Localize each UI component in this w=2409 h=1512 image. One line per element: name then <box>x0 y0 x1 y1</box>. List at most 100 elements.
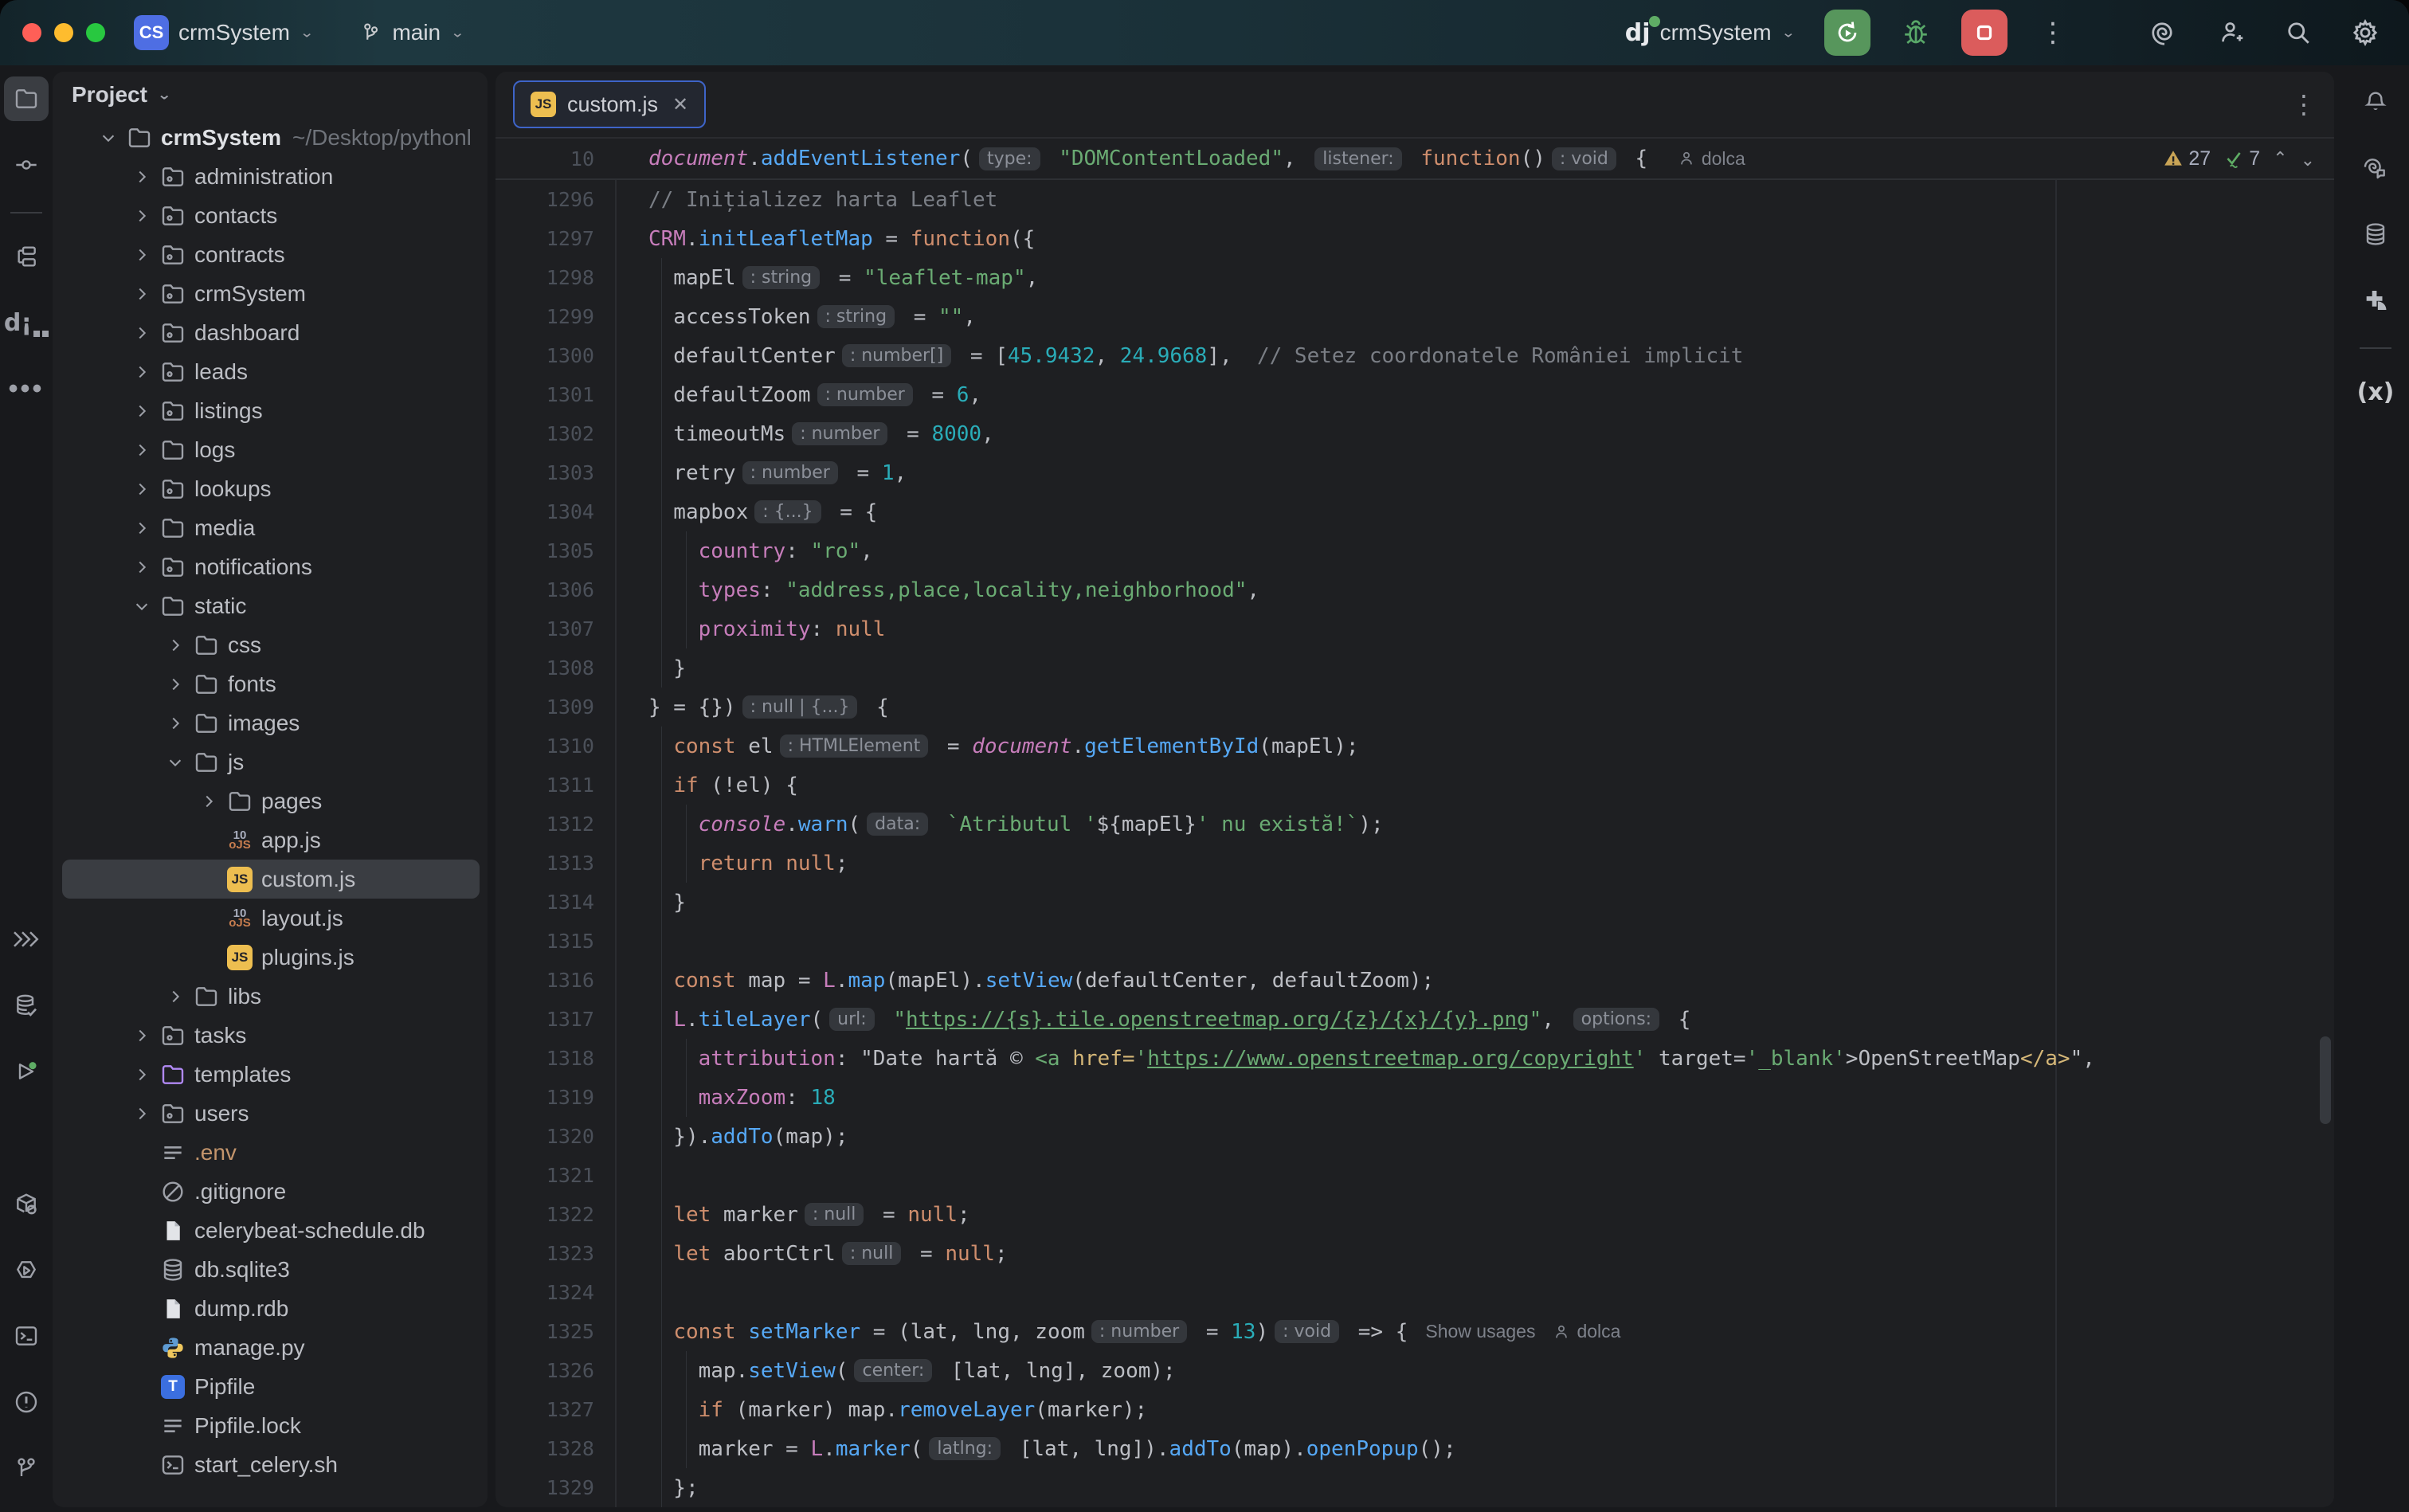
chevron-right-icon[interactable] <box>127 207 156 225</box>
ai-assistant-icon[interactable] <box>2353 146 2398 190</box>
code-line-1297[interactable]: 1297CRM.initLeafletMap = function({ <box>496 219 2334 258</box>
code-line-1315[interactable]: 1315 <box>496 922 2334 961</box>
python-packages-icon[interactable] <box>4 1181 49 1226</box>
chevron-right-icon[interactable] <box>127 1105 156 1122</box>
code-line-1322[interactable]: 1322 let marker: null = null; <box>496 1195 2334 1234</box>
code-line-1314[interactable]: 1314 } <box>496 883 2334 922</box>
close-window-button[interactable] <box>22 23 41 42</box>
chevron-down-icon[interactable] <box>127 597 156 615</box>
chevron-right-icon[interactable] <box>127 1066 156 1083</box>
chevron-right-icon[interactable] <box>161 988 190 1005</box>
tree-item-start-celery-sh[interactable]: start_celery.sh <box>53 1445 488 1484</box>
code-viewport[interactable]: 1296// Inițializez harta Leaflet1297CRM.… <box>496 180 2334 1507</box>
notifications-bell-icon[interactable] <box>2353 80 2398 124</box>
chevron-down-icon[interactable] <box>161 754 190 771</box>
tree-item-plugins-js[interactable]: JSplugins.js <box>53 938 488 977</box>
code-line-1325[interactable]: 1325 const setMarker = (lat, lng, zoom: … <box>496 1312 2334 1351</box>
tree-item-pipfile[interactable]: TPipfile <box>53 1367 488 1406</box>
chevron-right-icon[interactable] <box>127 168 156 186</box>
structure-icon[interactable] <box>4 234 49 279</box>
tree-item-administration[interactable]: administration <box>53 157 488 196</box>
code-line-1304[interactable]: 1304 mapbox: {...} = { <box>496 492 2334 531</box>
tree-item-layout-js[interactable]: 10oJSlayout.js <box>53 899 488 938</box>
tree-item-contacts[interactable]: contacts <box>53 196 488 235</box>
zoom-window-button[interactable] <box>86 23 105 42</box>
chevron-right-icon[interactable] <box>127 402 156 420</box>
code-line-1328[interactable]: 1328 marker = L.marker(latlng: [lat, lng… <box>496 1429 2334 1468</box>
chevron-right-icon[interactable] <box>127 1027 156 1044</box>
tree-item-contracts[interactable]: contracts <box>53 235 488 274</box>
tree-item-listings[interactable]: listings <box>53 391 488 430</box>
tree-item-crmsystem[interactable]: crmSystem <box>53 274 488 313</box>
code-line-1323[interactable]: 1323 let abortCtrl: null = null; <box>496 1234 2334 1273</box>
code-line-1311[interactable]: 1311 if (!el) { <box>496 766 2334 805</box>
problems-icon[interactable] <box>4 1380 49 1424</box>
plugin-icon[interactable] <box>2353 278 2398 323</box>
code-line-1312[interactable]: 1312 console.warn(data: `Atributul '${ma… <box>496 805 2334 844</box>
tree-item-celerybeat-schedule-db[interactable]: celerybeat-schedule.db <box>53 1211 488 1250</box>
tree-item-notifications[interactable]: notifications <box>53 547 488 586</box>
chevron-right-icon[interactable] <box>127 519 156 537</box>
code-line-1329[interactable]: 1329 }; <box>496 1468 2334 1507</box>
chevron-right-icon[interactable] <box>127 480 156 498</box>
minimize-window-button[interactable] <box>54 23 73 42</box>
code-line-1316[interactable]: 1316 const map = L.map(mapEl).setView(de… <box>496 961 2334 1000</box>
database-icon[interactable] <box>2353 212 2398 257</box>
ai-assistant-icon[interactable] <box>2143 11 2186 54</box>
code-vision-usages[interactable]: Show usages <box>1425 1321 1535 1342</box>
code-vision-author[interactable]: dolca <box>1678 148 1745 170</box>
tree-item-js[interactable]: js <box>53 742 488 781</box>
code-line-1327[interactable]: 1327 if (marker) map.removeLayer(marker)… <box>496 1390 2334 1429</box>
code-line-1296[interactable]: 1296// Inițializez harta Leaflet <box>496 180 2334 219</box>
tree-item-libs[interactable]: libs <box>53 977 488 1016</box>
code-line-1302[interactable]: 1302 timeoutMs: number = 8000, <box>496 414 2334 453</box>
code-line-1321[interactable]: 1321 <box>496 1156 2334 1195</box>
inspections-widget[interactable]: 27 7 ⌃ ⌃ <box>2163 147 2334 170</box>
terminal-icon[interactable] <box>4 1314 49 1358</box>
chevron-right-icon[interactable] <box>161 715 190 732</box>
chevron-right-icon[interactable] <box>127 246 156 264</box>
code-line-1324[interactable]: 1324 <box>496 1273 2334 1312</box>
code-line-1306[interactable]: 1306 types: "address,place,locality,neig… <box>496 570 2334 609</box>
tree-item-dashboard[interactable]: dashboard <box>53 313 488 352</box>
tree-item-logs[interactable]: logs <box>53 430 488 469</box>
code-line-1310[interactable]: 1310 const el: HTMLElement = document.ge… <box>496 727 2334 766</box>
more-tool-windows-icon[interactable] <box>4 917 49 962</box>
tree-item-css[interactable]: css <box>53 625 488 664</box>
tree-item-app-js[interactable]: 10oJSapp.js <box>53 821 488 860</box>
code-line-1319[interactable]: 1319 maxZoom: 18 <box>496 1078 2334 1117</box>
project-folder-icon[interactable] <box>4 76 49 121</box>
search-everywhere-icon[interactable] <box>2277 11 2320 54</box>
code-line-1305[interactable]: 1305 country: "ro", <box>496 531 2334 570</box>
tree-item-pages[interactable]: pages <box>53 781 488 821</box>
database-check-icon[interactable] <box>4 983 49 1028</box>
rerun-button[interactable] <box>1824 10 1870 56</box>
next-problem-icon[interactable]: ⌃ <box>2301 148 2315 169</box>
commit-icon[interactable] <box>4 143 49 187</box>
prev-problem-icon[interactable]: ⌃ <box>2273 148 2287 169</box>
code-line-1299[interactable]: 1299 accessToken: string = "", <box>496 297 2334 336</box>
tree-item-media[interactable]: media <box>53 508 488 547</box>
tab-custom-js[interactable]: JS custom.js ✕ <box>513 80 706 128</box>
tree-item-users[interactable]: users <box>53 1094 488 1133</box>
code-line-1320[interactable]: 1320 }).addTo(map); <box>496 1117 2334 1156</box>
chevron-right-icon[interactable] <box>127 324 156 342</box>
typos-count[interactable]: 7 <box>2223 147 2260 170</box>
code-line-1298[interactable]: 1298 mapEl: string = "leaflet-map", <box>496 258 2334 297</box>
chevron-right-icon[interactable] <box>127 363 156 381</box>
close-tab-icon[interactable]: ✕ <box>672 93 688 116</box>
more-actions-icon[interactable]: ⋮ <box>2031 11 2074 54</box>
chevron-right-icon[interactable] <box>127 441 156 459</box>
tree-item-static[interactable]: static <box>53 586 488 625</box>
chevron-down-icon[interactable] <box>94 129 123 147</box>
code-line-1313[interactable]: 1313 return null; <box>496 844 2334 883</box>
code-line-1301[interactable]: 1301 defaultZoom: number = 6, <box>496 375 2334 414</box>
code-line-1307[interactable]: 1307 proximity: null <box>496 609 2334 648</box>
chevron-right-icon[interactable] <box>161 676 190 693</box>
more-dots-icon[interactable]: ••• <box>4 366 49 411</box>
stop-button[interactable] <box>1961 10 2007 56</box>
debug-button[interactable] <box>1894 11 1937 54</box>
code-line-1308[interactable]: 1308 } <box>496 648 2334 687</box>
code-line-1309[interactable]: 1309} = {}): null | {...} { <box>496 687 2334 727</box>
tree-item-fonts[interactable]: fonts <box>53 664 488 703</box>
